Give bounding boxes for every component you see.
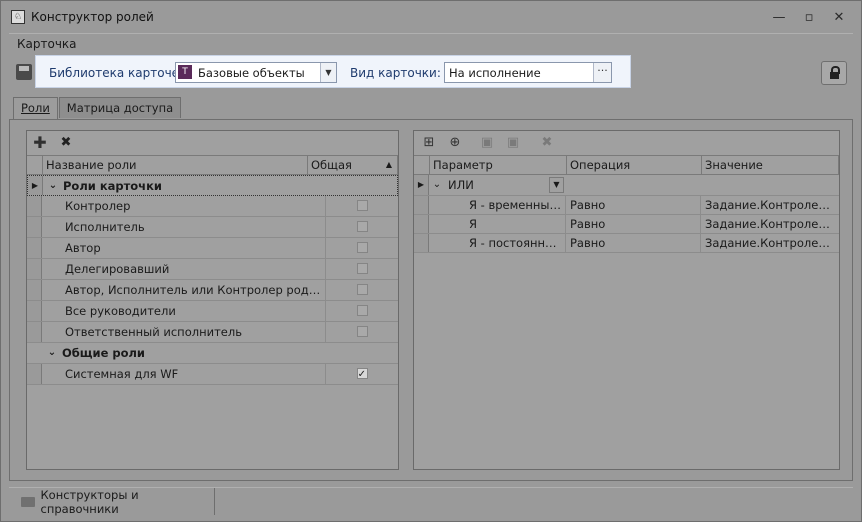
role-designer-window: ♘ Конструктор ролей — ▫ ✕ Карточка Библи…	[0, 0, 862, 522]
row-pointer-icon: ▶	[28, 176, 43, 195]
table-row[interactable]: Все руководители	[27, 301, 398, 322]
role-name: Автор	[61, 238, 327, 258]
group-row-common-roles[interactable]: ⌄ Общие роли	[27, 343, 398, 364]
collapse-icon[interactable]: ⌄	[429, 175, 445, 195]
params-panel: ⊞ ⊕ ▣ ▣ ✖ Параметр Операция Значение ▶ ⌄…	[413, 130, 840, 470]
minimize-button[interactable]: —	[769, 10, 789, 26]
column-operation[interactable]: Операция	[567, 156, 702, 174]
delete-role-icon[interactable]: ✖	[59, 136, 73, 150]
card-kind-value: На исполнение	[449, 66, 541, 80]
chevron-down-icon[interactable]: ▼	[320, 63, 336, 82]
column-role-name[interactable]: Название роли	[43, 156, 308, 174]
role-name: Контролер	[61, 196, 327, 216]
table-row[interactable]: Автор	[27, 238, 398, 259]
row-pointer-icon: ▶	[414, 175, 429, 195]
library-label: Библиотека карточек:	[49, 66, 191, 80]
common-checkbox[interactable]	[356, 326, 368, 337]
operation-cell: Равно	[566, 234, 701, 252]
group-row-card-roles[interactable]: ▶ ⌄ Роли карточки	[27, 175, 398, 196]
operation-cell: Равно	[566, 215, 701, 233]
common-checkbox[interactable]	[356, 305, 368, 316]
params-grid-header: Параметр Операция Значение	[414, 155, 839, 175]
group-row-or[interactable]: ▶ ⌄ ИЛИ ▼	[414, 175, 839, 196]
sort-asc-icon: ▲	[385, 160, 392, 169]
card-kind-label: Вид карточки:	[350, 66, 441, 80]
role-name: Ответственный исполнитель	[61, 322, 327, 342]
group-operator: ИЛИ	[448, 178, 474, 192]
common-checkbox[interactable]	[356, 221, 368, 232]
table-row[interactable]: Я Равно Задание.Контролер хо...	[414, 215, 839, 234]
column-value[interactable]: Значение	[702, 156, 839, 174]
column-common[interactable]: Общая ▲	[308, 156, 398, 174]
table-row[interactable]: Системная для WF	[27, 364, 398, 385]
menu-bar: Карточка	[9, 33, 853, 56]
add-group-icon[interactable]: ⊕	[448, 136, 462, 150]
common-checkbox[interactable]	[356, 242, 368, 253]
table-row[interactable]: Я - постоянный ... Равно Задание.Контрол…	[414, 234, 839, 253]
table-row[interactable]: Ответственный исполнитель	[27, 322, 398, 343]
lock-button[interactable]	[821, 61, 847, 85]
table-row[interactable]: Контролер	[27, 196, 398, 217]
tab-access-matrix[interactable]: Матрица доступа	[58, 97, 182, 118]
params-toolbar: ⊞ ⊕ ▣ ▣ ✖	[414, 131, 839, 155]
role-name: Автор, Исполнитель или Контролер родите.…	[61, 280, 327, 300]
param-cell: Я - постоянный ...	[465, 234, 566, 252]
tab-strip: Роли Матрица доступа	[13, 97, 182, 120]
value-cell: Задание.Контролер хо...	[705, 198, 836, 212]
status-bar: Конструкторы и справочники	[9, 487, 853, 516]
roles-tab-panel: ✚ ✖ Название роли Общая ▲ ▶ ⌄ Роли карто…	[9, 119, 853, 481]
chevron-down-icon[interactable]: ▼	[549, 177, 564, 193]
table-row[interactable]: Автор, Исполнитель или Контролер родите.…	[27, 280, 398, 301]
close-button[interactable]: ✕	[829, 10, 849, 26]
card-toolbar: Библиотека карточек: T Базовые объекты ▼…	[9, 55, 853, 91]
common-checkbox[interactable]	[356, 200, 368, 211]
roles-panel: ✚ ✖ Название роли Общая ▲ ▶ ⌄ Роли карто…	[26, 130, 399, 470]
common-checkbox[interactable]	[356, 365, 368, 384]
tab-roles[interactable]: Роли	[13, 97, 58, 120]
folder-icon	[21, 496, 35, 507]
library-select[interactable]: T Базовые объекты ▼	[175, 62, 337, 83]
maximize-button[interactable]: ▫	[799, 10, 819, 26]
designers-button[interactable]: Конструкторы и справочники	[9, 487, 215, 516]
common-checkbox[interactable]	[356, 263, 368, 274]
role-name: Делегировавший	[61, 259, 327, 279]
column-parameter[interactable]: Параметр	[430, 156, 567, 174]
app-icon: ♘	[11, 10, 25, 24]
role-name: Системная для WF	[61, 364, 327, 384]
card-kind-field[interactable]: На исполнение ···	[444, 62, 612, 83]
table-row[interactable]: Исполнитель	[27, 217, 398, 238]
designers-label: Конструкторы и справочники	[40, 487, 139, 516]
delete-condition-icon[interactable]: ✖	[540, 136, 554, 150]
group-label: Роли карточки	[63, 179, 162, 193]
library-value: Базовые объекты	[198, 66, 305, 80]
table-row[interactable]: Я - временный з... Равно Задание.Контрол…	[414, 196, 839, 215]
add-role-icon[interactable]: ✚	[33, 135, 47, 151]
common-checkbox[interactable]	[356, 284, 368, 295]
browse-button[interactable]: ···	[593, 63, 611, 82]
collapse-icon[interactable]: ⌄	[42, 343, 62, 363]
library-icon: T	[178, 65, 192, 79]
column-common-label: Общая	[311, 158, 352, 172]
param-cell: Я	[465, 215, 566, 233]
operation-cell: Равно	[566, 196, 701, 214]
value-cell: Задание.Контролер хо...	[705, 217, 836, 231]
roles-toolbar: ✚ ✖	[27, 131, 398, 155]
menu-card[interactable]: Карточка	[17, 37, 77, 51]
collapse-icon[interactable]: ⌄	[43, 176, 63, 195]
add-condition-icon[interactable]: ⊞	[422, 136, 436, 150]
role-name: Исполнитель	[61, 217, 327, 237]
value-cell: Задание.Контролер хо...	[705, 236, 836, 250]
title-bar: ♘ Конструктор ролей — ▫ ✕	[1, 1, 861, 33]
paste-icon[interactable]: ▣	[506, 136, 520, 150]
group-label: Общие роли	[62, 346, 145, 360]
param-cell: Я - временный з...	[465, 196, 566, 214]
roles-grid-header: Название роли Общая ▲	[27, 155, 398, 175]
copy-icon[interactable]: ▣	[480, 136, 494, 150]
role-name: Все руководители	[61, 301, 327, 321]
window-title: Конструктор ролей	[31, 10, 154, 24]
save-icon[interactable]	[16, 64, 32, 80]
table-row[interactable]: Делегировавший	[27, 259, 398, 280]
